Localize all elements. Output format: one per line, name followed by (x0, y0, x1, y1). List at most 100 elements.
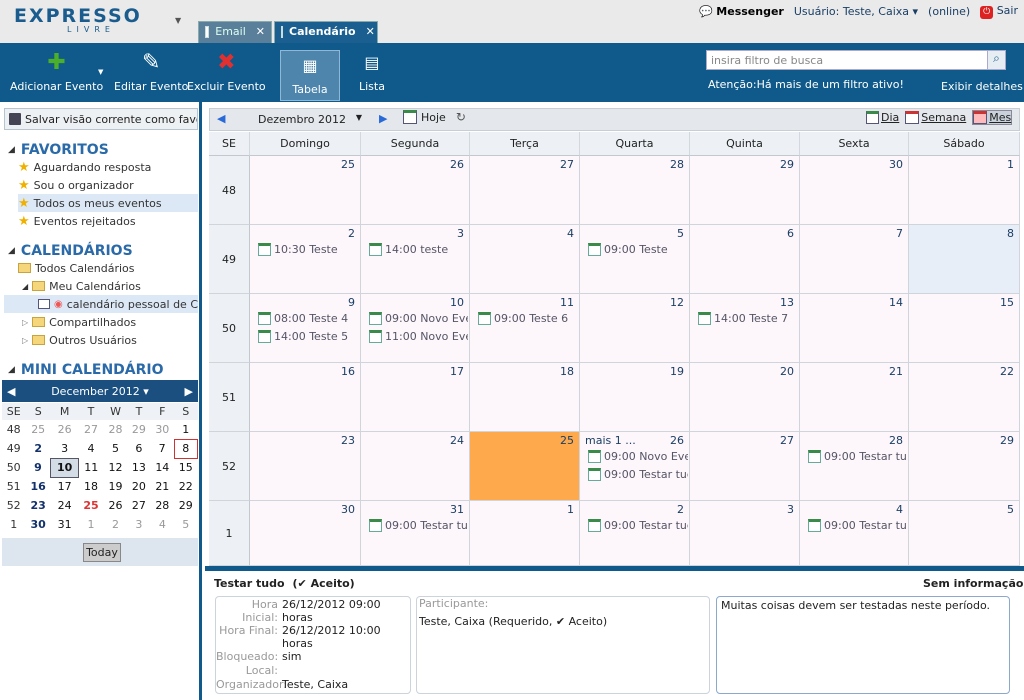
week-view-button[interactable]: Semana (905, 110, 966, 125)
calendar-event[interactable]: 09:00 Testar tudo (588, 468, 688, 481)
calendar-event[interactable]: 14:00 teste (369, 243, 468, 256)
day-number[interactable]: 24 (450, 434, 464, 447)
day-number[interactable]: 10 (450, 296, 464, 309)
mini-day[interactable]: 12 (104, 458, 127, 477)
save-view-button[interactable]: Salvar visão corrente como favorit (4, 108, 198, 130)
day-cell[interactable]: 8 (909, 225, 1020, 294)
month-view-button[interactable]: Mes (972, 110, 1013, 125)
day-number[interactable]: 11 (560, 296, 574, 309)
search-icon[interactable]: ⌕ (987, 50, 1006, 70)
day-number[interactable]: 4 (567, 227, 574, 240)
day-number[interactable]: 1 (567, 503, 574, 516)
calendar-event[interactable]: 09:00 Teste (588, 243, 688, 256)
day-cell[interactable]: 14 (800, 294, 909, 363)
day-cell[interactable]: 10 (361, 294, 470, 363)
mini-day[interactable]: 6 (127, 439, 150, 458)
day-number[interactable]: 27 (780, 434, 794, 447)
day-cell[interactable]: 29 (690, 156, 800, 225)
day-cell[interactable]: 6 (690, 225, 800, 294)
day-number[interactable]: 4 (896, 503, 903, 516)
day-number[interactable]: 30 (889, 158, 903, 171)
day-cell[interactable]: 28 (800, 432, 909, 501)
mini-day[interactable]: 4 (151, 515, 174, 534)
mini-day[interactable]: 29 (127, 420, 150, 439)
mini-day[interactable]: 4 (78, 439, 104, 458)
day-number[interactable]: 29 (1000, 434, 1014, 447)
calendar-event[interactable]: 09:00 Testar tudo (369, 519, 468, 532)
day-number[interactable]: 27 (560, 158, 574, 171)
favorite-item-selected[interactable]: ★ Todos os meus eventos (18, 194, 198, 212)
mini-day[interactable]: 15 (174, 458, 197, 477)
mini-day[interactable]: 28 (104, 420, 127, 439)
day-cell[interactable]: 9 (250, 294, 361, 363)
mini-day[interactable]: 16 (25, 477, 51, 496)
day-cell[interactable]: 28 (580, 156, 690, 225)
month-picker[interactable]: Dezembro 2012 ▼ (248, 110, 366, 129)
day-number[interactable]: 28 (670, 158, 684, 171)
mini-day[interactable]: 2 (104, 515, 127, 534)
day-number[interactable]: 14 (889, 296, 903, 309)
tree-shared[interactable]: ▷ Compartilhados (18, 313, 198, 331)
mini-day[interactable]: 20 (127, 477, 150, 496)
calendar-event[interactable]: 14:00 Teste 7 (698, 312, 798, 325)
day-cell[interactable]: 4 (470, 225, 580, 294)
mini-day[interactable]: 1 (78, 515, 104, 534)
close-icon[interactable]: ✕ (366, 25, 375, 38)
mini-day[interactable]: 22 (174, 477, 197, 496)
mini-day[interactable]: 25 (78, 496, 104, 515)
close-icon[interactable]: ✕ (256, 25, 265, 38)
mini-day[interactable]: 21 (151, 477, 174, 496)
calendar-event[interactable]: 09:00 Testar tudo (808, 450, 907, 463)
expresso-logo[interactable]: EXPRESSO LIVRE (14, 7, 144, 41)
mini-day[interactable]: 2 (25, 439, 51, 458)
day-number[interactable]: 12 (670, 296, 684, 309)
mini-day[interactable]: 10 (50, 457, 79, 478)
day-number[interactable]: 5 (677, 227, 684, 240)
day-cell[interactable]: 18 (470, 363, 580, 432)
calendar-event[interactable]: 09:00 Testar tudo (588, 519, 688, 532)
day-cell[interactable]: 22 (909, 363, 1020, 432)
mini-day[interactable]: 3 (127, 515, 150, 534)
mini-day[interactable]: 19 (104, 477, 127, 496)
day-cell[interactable]: 25 (250, 156, 361, 225)
day-cell[interactable]: 2 (580, 501, 690, 566)
calendar-event[interactable]: 14:00 Teste 5 (258, 330, 359, 343)
day-cell[interactable]: 2 (250, 225, 361, 294)
day-cell[interactable]: 15 (909, 294, 1020, 363)
more-events-link[interactable]: mais 1 ... (585, 434, 636, 447)
day-cell[interactable]: 5 (580, 225, 690, 294)
day-number[interactable]: 8 (1007, 227, 1014, 240)
day-number[interactable]: 25 (560, 434, 574, 447)
day-cell[interactable]: 27 (470, 156, 580, 225)
mini-day[interactable]: 8 (173, 438, 199, 459)
refresh-icon[interactable]: ↻ (456, 110, 466, 124)
tree-all-calendars[interactable]: Todos Calendários (18, 259, 198, 277)
tab-email[interactable]: Email ✕ (198, 21, 272, 43)
calendars-section[interactable]: ◢ CALENDÁRIOS (8, 243, 133, 259)
day-cell[interactable]: 13 (690, 294, 800, 363)
day-number[interactable]: 3 (787, 503, 794, 516)
day-view-button[interactable]: Dia (866, 110, 899, 125)
calendar-event[interactable]: 09:00 Testar tudo (808, 519, 907, 532)
mini-day[interactable]: 14 (151, 458, 174, 477)
mini-day[interactable]: 23 (25, 496, 51, 515)
mini-month-picker[interactable]: December 2012 ▾ (51, 385, 149, 398)
today-button[interactable]: Today (83, 543, 121, 562)
edit-event-button[interactable]: ✎ Editar Evento (114, 50, 188, 94)
favorite-item[interactable]: ★ Aguardando resposta (18, 158, 198, 176)
tree-personal-calendar[interactable]: ◉ calendário pessoal de C (4, 295, 198, 313)
mini-day[interactable]: 27 (127, 496, 150, 515)
delete-event-button[interactable]: ✖ Excluir Evento (187, 50, 266, 94)
mini-day[interactable]: 17 (51, 477, 78, 496)
mini-day[interactable]: 1 (174, 420, 197, 439)
prev-period-icon[interactable]: ◀ (217, 112, 225, 125)
day-cell[interactable]: 3 (361, 225, 470, 294)
mini-day[interactable]: 26 (104, 496, 127, 515)
day-cell[interactable]: 31 (361, 501, 470, 566)
mini-day[interactable]: 26 (51, 420, 78, 439)
day-number[interactable]: 19 (670, 365, 684, 378)
day-number[interactable]: 7 (896, 227, 903, 240)
day-number[interactable]: 18 (560, 365, 574, 378)
add-event-button[interactable]: ✚ Adicionar Evento (10, 50, 103, 94)
tree-others[interactable]: ▷ Outros Usuários (18, 331, 198, 349)
